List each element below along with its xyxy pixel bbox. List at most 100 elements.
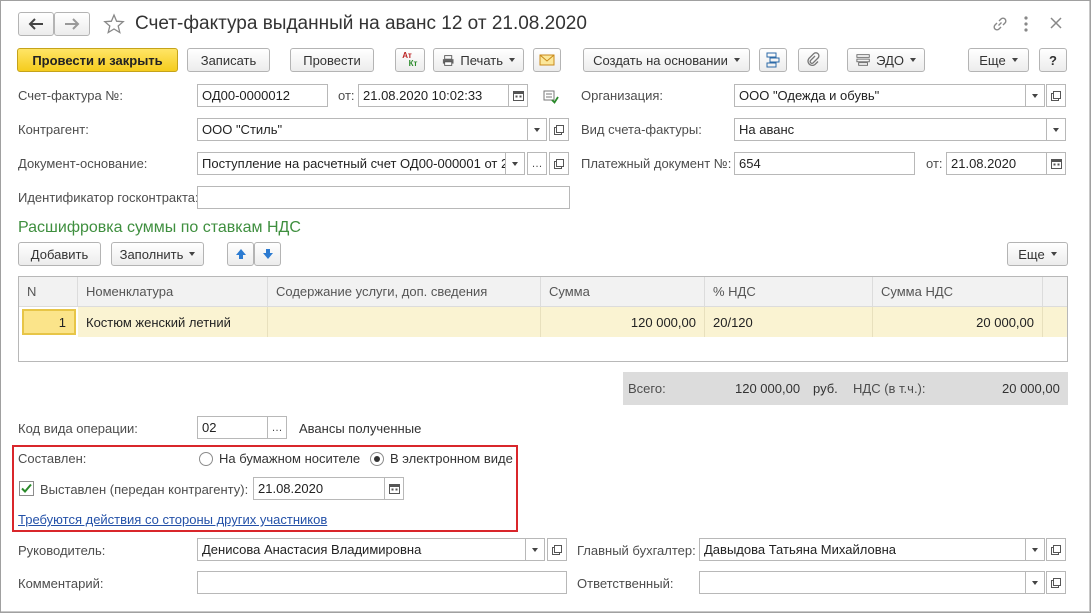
help-button[interactable]: ? <box>1039 48 1067 72</box>
chevron-down-icon <box>910 58 916 62</box>
paper-radio-label[interactable]: На бумажном носителе <box>219 451 360 467</box>
action-required-link[interactable]: Требуются действия со стороны других уча… <box>18 512 327 527</box>
chevron-down-icon <box>733 58 740 62</box>
cell-vat-sum[interactable]: 20 000,00 <box>873 307 1043 337</box>
page-title: Счет-фактура выданный на аванс 12 от 21.… <box>135 13 587 34</box>
create-based-label: Создать на основании <box>593 52 728 68</box>
responsible-field[interactable] <box>699 571 1026 594</box>
electronic-radio-label[interactable]: В электронном виде <box>390 451 513 467</box>
operation-code-select-button[interactable]: … <box>267 416 287 439</box>
head-open-button[interactable] <box>547 538 567 561</box>
operation-code-field[interactable]: 02 <box>197 416 268 439</box>
column-header-n[interactable]: N <box>19 277 78 307</box>
invoice-no-label: Счет-фактура №: <box>18 88 123 103</box>
accountant-dropdown-button[interactable] <box>1025 538 1045 561</box>
invoice-date-field[interactable]: 21.08.2020 10:02:33 <box>358 84 509 107</box>
table-more-button[interactable]: Еще <box>1007 242 1068 266</box>
payment-date-calendar-button[interactable] <box>1046 152 1066 175</box>
organization-dropdown-button[interactable] <box>1025 84 1045 107</box>
payment-from-label: от: <box>926 156 943 171</box>
total-label: Всего: <box>628 381 666 396</box>
star-icon[interactable] <box>103 13 125 35</box>
gov-contract-field[interactable] <box>197 186 570 209</box>
responsible-dropdown-button[interactable] <box>1025 571 1045 594</box>
invoice-type-field[interactable]: На аванс <box>734 118 1047 141</box>
attachment-button[interactable] <box>798 48 828 72</box>
invoice-date-calendar-button[interactable] <box>508 84 528 107</box>
issued-date-calendar-button[interactable] <box>384 477 404 500</box>
issued-checkbox[interactable] <box>19 481 34 496</box>
chevron-down-icon <box>512 161 518 166</box>
accountant-field[interactable]: Давыдова Татьяна Михайловна <box>699 538 1026 561</box>
base-document-dropdown-button[interactable] <box>505 152 525 175</box>
move-up-button[interactable] <box>227 242 254 266</box>
column-header-content[interactable]: Содержание услуги, доп. сведения <box>268 277 541 307</box>
comment-field[interactable] <box>197 571 567 594</box>
paper-radio[interactable] <box>199 452 213 466</box>
column-header-nomenclature[interactable]: Номенклатура <box>78 277 268 307</box>
back-button[interactable] <box>18 12 54 36</box>
cell-n[interactable]: 1 <box>22 309 76 335</box>
structure-button[interactable] <box>759 48 787 72</box>
calendar-icon <box>388 484 400 494</box>
envelope-icon <box>539 54 555 66</box>
cell-content[interactable] <box>268 307 541 337</box>
create-based-button[interactable]: Создать на основании <box>583 48 750 72</box>
column-header-sum[interactable]: Сумма <box>541 277 705 307</box>
payment-date-field[interactable]: 21.08.2020 <box>946 152 1047 175</box>
close-icon[interactable] <box>1049 16 1063 30</box>
cell-sum[interactable]: 120 000,00 <box>541 307 705 337</box>
print-button[interactable]: Печать <box>433 48 524 72</box>
organization-field[interactable]: ООО "Одежда и обувь" <box>734 84 1026 107</box>
edo-label: ЭДО <box>876 52 904 68</box>
fill-button[interactable]: Заполнить <box>111 242 204 266</box>
column-header-vat-sum[interactable]: Сумма НДС <box>873 277 1043 307</box>
chevron-down-icon <box>1032 580 1038 585</box>
head-label: Руководитель: <box>18 543 106 558</box>
head-dropdown-button[interactable] <box>525 538 545 561</box>
link-icon[interactable] <box>991 15 1009 33</box>
post-button[interactable]: Провести <box>290 48 374 72</box>
open-icon <box>552 544 562 555</box>
base-document-label: Документ-основание: <box>18 156 148 171</box>
counterparty-field[interactable]: ООО "Стиль" <box>197 118 528 141</box>
currency-label: руб. <box>813 381 838 396</box>
dtkt-button[interactable]: Ат Кт <box>395 48 425 72</box>
cell-vat-rate[interactable]: 20/120 <box>705 307 873 337</box>
checkmark-icon <box>21 483 32 493</box>
base-document-field[interactable]: Поступление на расчетный счет ОД00-00000… <box>197 152 506 175</box>
responsible-open-button[interactable] <box>1046 571 1066 594</box>
more-button[interactable]: Еще <box>968 48 1029 72</box>
counterparty-open-button[interactable] <box>549 118 569 141</box>
accountant-label: Главный бухгалтер: <box>577 543 696 558</box>
issued-date-field[interactable]: 21.08.2020 <box>253 477 385 500</box>
forward-button[interactable] <box>54 12 90 36</box>
calendar-icon <box>1050 159 1062 169</box>
hierarchy-icon <box>766 52 780 68</box>
counterparty-label: Контрагент: <box>18 122 89 137</box>
email-button[interactable] <box>533 48 561 72</box>
chevron-down-icon <box>1050 252 1057 256</box>
payment-document-field[interactable]: 654 <box>734 152 915 175</box>
more-vertical-icon[interactable] <box>1019 15 1033 33</box>
edo-button[interactable]: ЭДО <box>847 48 925 72</box>
move-down-button[interactable] <box>254 242 281 266</box>
issued-label: Выставлен (передан контрагенту): <box>40 482 249 497</box>
accountant-open-button[interactable] <box>1046 538 1066 561</box>
invoice-from-label: от: <box>338 88 355 103</box>
save-button[interactable]: Записать <box>187 48 270 72</box>
counterparty-dropdown-button[interactable] <box>527 118 547 141</box>
base-document-select-button[interactable]: … <box>527 152 547 175</box>
cell-nomenclature[interactable]: Костюм женский летний <box>78 307 268 337</box>
electronic-radio[interactable] <box>370 452 384 466</box>
invoice-type-dropdown-button[interactable] <box>1046 118 1066 141</box>
column-header-vat-rate[interactable]: % НДС <box>705 277 873 307</box>
invoice-no-field[interactable]: ОД00-0000012 <box>197 84 328 107</box>
vat-total-label: НДС (в т.ч.): <box>853 381 926 396</box>
post-and-close-button[interactable]: Провести и закрыть <box>17 48 178 72</box>
document-check-icon[interactable] <box>543 89 559 104</box>
add-row-button[interactable]: Добавить <box>18 242 101 266</box>
base-document-open-button[interactable] <box>549 152 569 175</box>
organization-open-button[interactable] <box>1046 84 1066 107</box>
head-field[interactable]: Денисова Анастасия Владимировна <box>197 538 526 561</box>
